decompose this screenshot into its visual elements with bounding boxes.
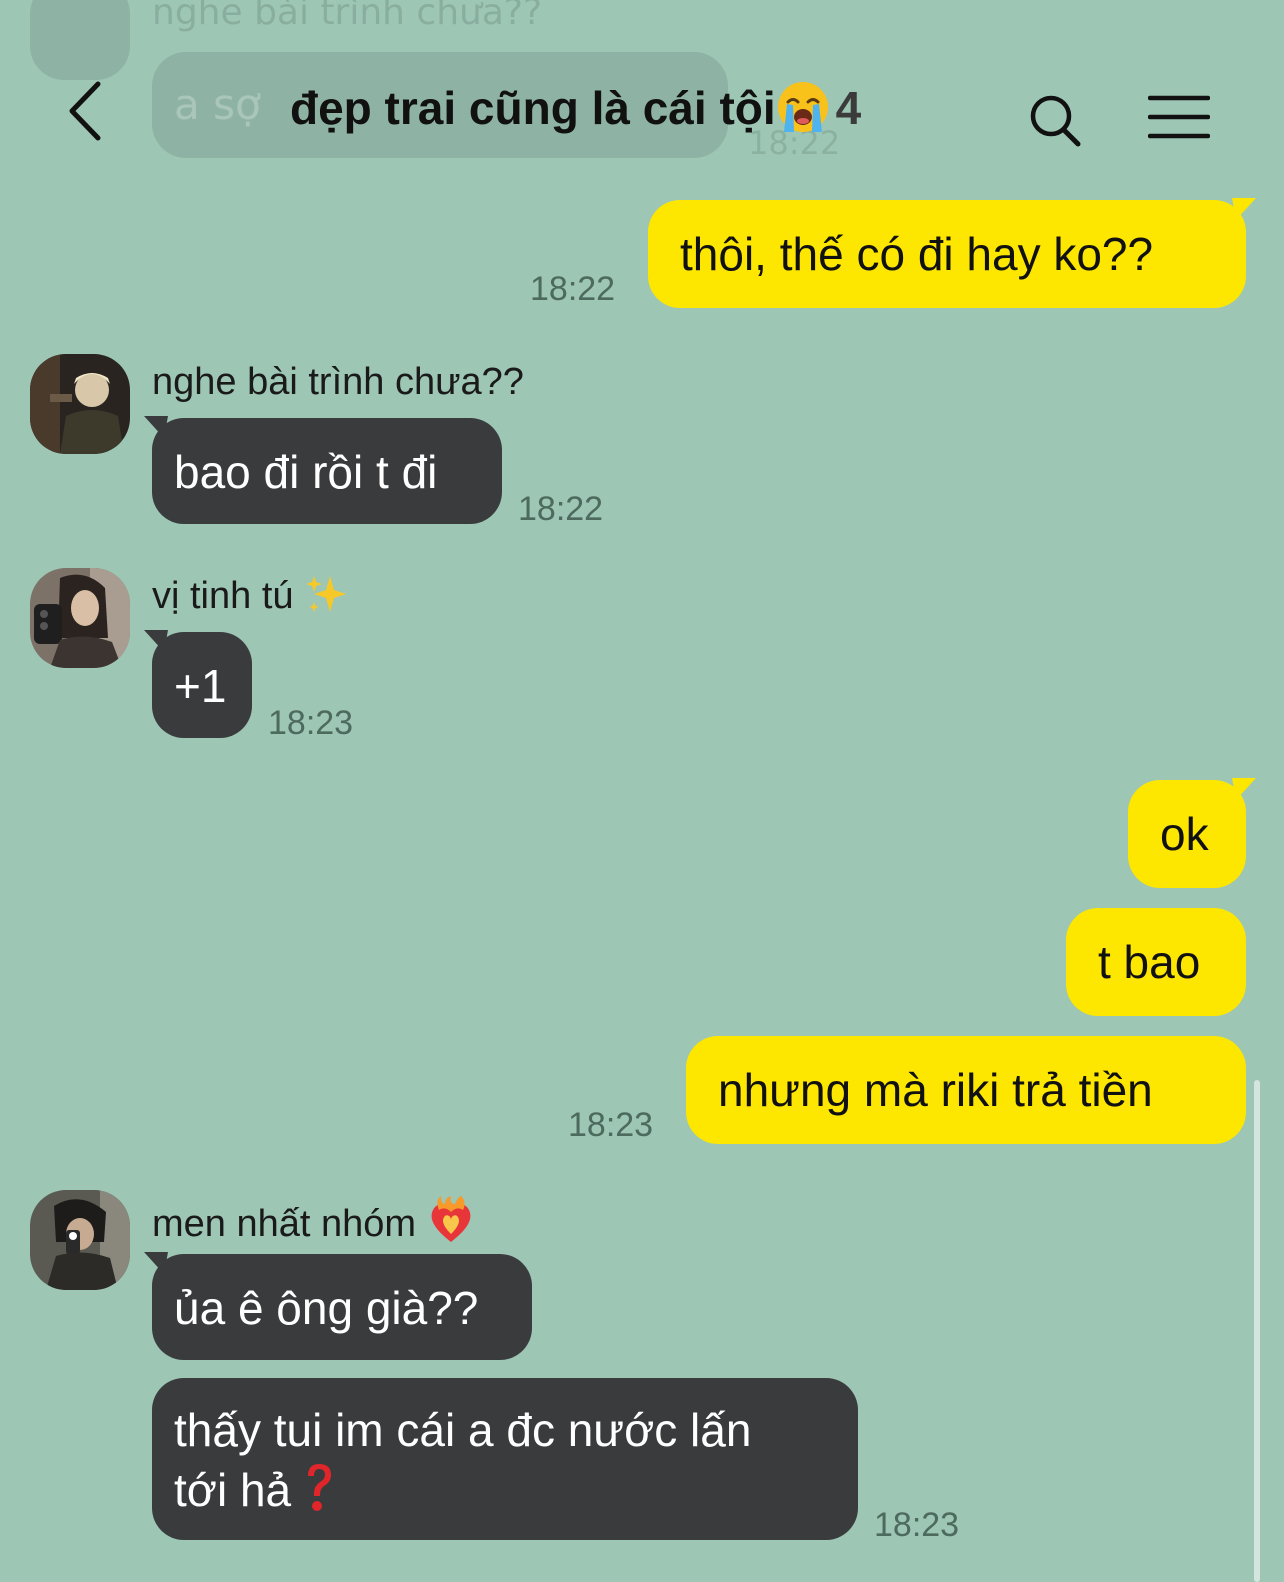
outgoing-message-bubble[interactable]: nhưng mà riki trả tiền xyxy=(686,1036,1246,1144)
sparkles-icon xyxy=(306,576,347,612)
incoming-message-bubble[interactable]: ủa ê ông già?? xyxy=(152,1254,532,1360)
hamburger-menu-icon[interactable] xyxy=(1148,94,1210,140)
bubble-tail xyxy=(144,416,168,438)
sender-name-text: vị tinh tú xyxy=(152,575,294,617)
message-text-line-2: tới hả xyxy=(174,1460,834,1520)
chat-title-text: đẹp trai cũng là cái tội xyxy=(290,82,776,134)
incoming-message-bubble[interactable]: thấy tui im cái a đc nước lấn tới hả xyxy=(152,1378,858,1540)
avatar[interactable] xyxy=(30,1190,130,1290)
chat-header: đẹp trai cũng là cái tội 4 xyxy=(0,56,1284,166)
heart-on-fire-icon xyxy=(431,1196,471,1242)
message-text: ủa ê ông già?? xyxy=(174,1282,479,1334)
message-text-line-1: thấy tui im cái a đc nước lấn xyxy=(174,1404,752,1456)
message-text: thôi, thế có đi hay ko?? xyxy=(680,228,1154,280)
sender-name-text: men nhất nhóm xyxy=(152,1203,417,1245)
message-text: t bao xyxy=(1098,936,1201,988)
message-text: ok xyxy=(1160,808,1209,860)
timestamp: 18:22 xyxy=(518,490,604,528)
message-text: +1 xyxy=(174,660,227,712)
sender-name: nghe bài trình chưa?? xyxy=(152,361,524,403)
bubble-tail xyxy=(144,630,168,652)
outgoing-message-bubble[interactable]: thôi, thế có đi hay ko?? xyxy=(648,200,1246,308)
crying-face-icon xyxy=(777,82,828,132)
member-count: 4 xyxy=(835,82,862,134)
timestamp: 18:23 xyxy=(568,1106,654,1144)
incoming-message-bubble[interactable]: bao đi rồi t đi xyxy=(152,418,502,524)
message-text-line-2-text: tới hả xyxy=(174,1464,292,1516)
timestamp: 18:23 xyxy=(268,704,354,742)
message-text: nhưng mà riki trả tiền xyxy=(718,1064,1153,1116)
message-text: bao đi rồi t đi xyxy=(174,446,438,498)
chevron-left-icon[interactable] xyxy=(58,76,118,146)
bubble-tail xyxy=(144,1252,168,1274)
timestamp: 18:22 xyxy=(530,270,616,308)
outgoing-message-bubble[interactable]: ok xyxy=(1128,780,1246,888)
timestamp: 18:23 xyxy=(874,1506,960,1544)
outgoing-message-bubble[interactable]: t bao xyxy=(1066,908,1246,1016)
search-icon[interactable] xyxy=(1026,90,1086,150)
chat-title[interactable]: đẹp trai cũng là cái tội 4 xyxy=(290,78,861,138)
avatar[interactable] xyxy=(30,354,130,454)
sender-name: men nhất nhóm xyxy=(152,1194,475,1248)
sender-name: vị tinh tú xyxy=(152,572,348,620)
scrollbar[interactable] xyxy=(1254,1080,1260,1582)
red-question-mark-icon xyxy=(307,1464,331,1511)
avatar[interactable] xyxy=(30,568,130,668)
ghost-sender-name: nghe bài trình chưa?? xyxy=(152,0,543,33)
bubble-tail xyxy=(1232,198,1256,220)
bubble-tail xyxy=(1232,778,1256,800)
